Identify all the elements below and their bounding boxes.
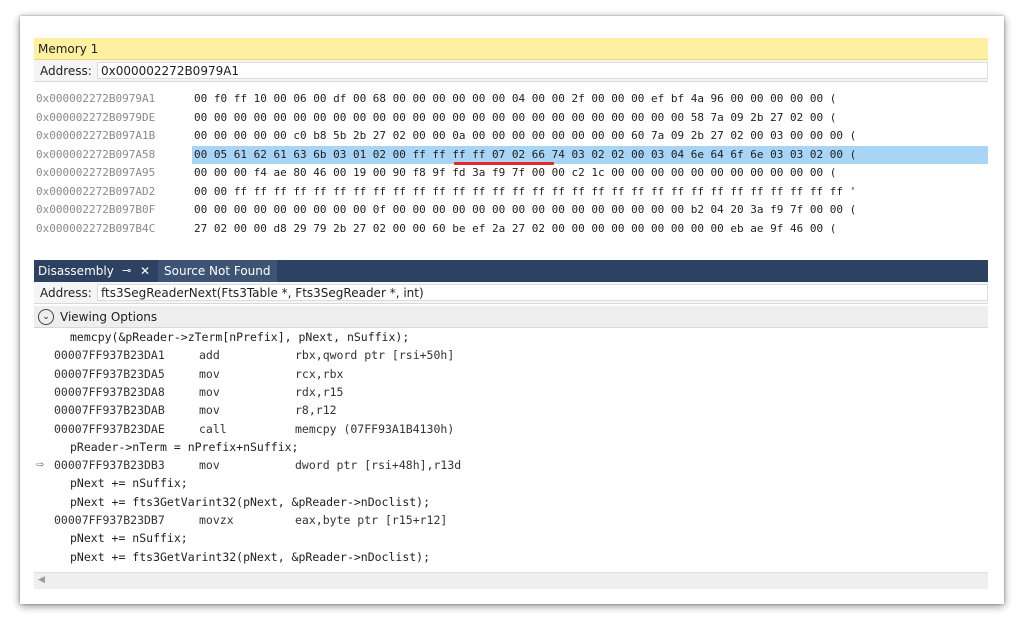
memory-row[interactable]: 0x000002272B097A58 00 05 61 62 61 63 6b 0…: [34, 145, 988, 165]
source-text: pNext += nSuffix;: [70, 531, 188, 546]
viewing-options-bar[interactable]: ⌄ Viewing Options: [34, 306, 988, 328]
instruction-mnemonic: mov: [199, 384, 220, 399]
asm-line[interactable]: 00007FF937B23DA8 mov rdx,r15: [34, 383, 988, 401]
memory-window-title[interactable]: Memory 1: [34, 38, 988, 60]
horizontal-scrollbar[interactable]: ◀: [34, 572, 988, 589]
memory-address-label: Address:: [40, 64, 92, 78]
source-text: pReader->nTerm = nPrefix+nSuffix;: [70, 439, 299, 454]
screenshot-frame: Memory 1 Address: 0x000002272B0979A1 0x0…: [20, 16, 1004, 604]
instruction-operands: memcpy (07FF93A1B4130h): [295, 421, 455, 436]
memory-row-bytes[interactable]: 00 00 00 00 00 00 00 00 00 0f 00 00 00 0…: [194, 201, 856, 219]
memory-row-address: 0x000002272B097AD2: [36, 184, 156, 198]
memory-row[interactable]: 0x000002272B097AD2 00 00 ff ff ff ff ff f…: [34, 183, 988, 201]
memory-address-bar: Address: 0x000002272B0979A1: [34, 60, 988, 82]
asm-line[interactable]: 00007FF937B23DAE call memcpy (07FF93A1B413…: [34, 420, 988, 438]
memory-row-bytes[interactable]: 00 f0 ff 10 00 06 00 df 00 68 00 00 00 0…: [194, 90, 836, 108]
memory-row[interactable]: 0x000002272B0979DE 00 00 00 00 00 00 00 0…: [34, 109, 988, 127]
instruction-mnemonic: add: [199, 348, 220, 363]
memory-row-bytes[interactable]: 00 00 00 f4 ae 80 46 00 19 00 90 f8 9f f…: [194, 164, 836, 182]
memory-row-address: 0x000002272B0979DE: [36, 110, 156, 124]
memory-row-bytes[interactable]: 00 05 61 62 61 63 6b 03 01 02 00 ff ff f…: [194, 146, 856, 164]
disassembly-address-input[interactable]: fts3SegReaderNext(Fts3Table *, Fts3SegRe…: [97, 284, 988, 301]
memory-row-address: 0x000002272B097B0F: [36, 203, 156, 216]
instruction-address: 00007FF937B23DA5: [54, 366, 165, 381]
source-line[interactable]: pNext += fts3GetVarint32(pNext, &pReader…: [34, 548, 988, 566]
disassembly-address-label: Address:: [40, 286, 92, 300]
instruction-operands: rbx,qword ptr [rsi+50h]: [295, 348, 455, 363]
disassembly-code-view[interactable]: memcpy(&pReader->zTerm[nPrefix], pNext, …: [34, 328, 988, 574]
instruction-mnemonic: mov: [199, 366, 220, 381]
instruction-mnemonic: mov: [199, 458, 220, 473]
instruction-operands: eax,byte ptr [r15+r12]: [295, 513, 448, 527]
instruction-mnemonic: call: [199, 421, 227, 436]
tab-source-not-found[interactable]: Source Not Found: [158, 260, 277, 282]
asm-line[interactable]: 00007FF937B23DA1 add rbx,qword ptr [rsi+50…: [34, 346, 988, 364]
source-text: memcpy(&pReader->zTerm[nPrefix], pNext, …: [70, 330, 410, 344]
memory-row-address: 0x000002272B0979A1: [36, 92, 156, 105]
memory-row[interactable]: 0x000002272B097B4C 27 02 00 00 d8 29 79 2…: [34, 220, 988, 238]
memory-row[interactable]: 0x000002272B097B0F 00 00 00 00 00 00 00 0…: [34, 201, 988, 219]
source-line[interactable]: pNext += fts3GetVarint32(pNext, &pReader…: [34, 493, 988, 511]
memory-row-bytes[interactable]: 00 00 00 00 00 00 00 00 00 00 00 00 00 0…: [194, 109, 836, 127]
memory-hex-view[interactable]: 0x000002272B0979A1 00 f0 ff 10 00 06 00 d…: [34, 90, 988, 260]
tab-disassembly[interactable]: Disassembly: [38, 260, 114, 282]
instruction-address: 00007FF937B23DA8: [54, 384, 165, 399]
memory-row-address: 0x000002272B097A95: [36, 166, 156, 179]
instruction-address: 00007FF937B23DB3: [54, 458, 165, 473]
instruction-operands: rdx,r15: [295, 384, 344, 399]
viewing-options-label[interactable]: Viewing Options: [60, 306, 157, 328]
source-line[interactable]: pNext += nSuffix;: [34, 474, 988, 492]
source-line[interactable]: pNext += nSuffix;: [34, 529, 988, 547]
source-text: pNext += fts3GetVarint32(pNext, &pReader…: [70, 549, 431, 564]
asm-line[interactable]: ⇨ 00007FF937B23DB3 mov dword ptr [rsi+48h],…: [34, 456, 988, 474]
memory-row-address: 0x000002272B097A58: [36, 147, 156, 161]
memory-row-bytes[interactable]: 00 00 00 00 00 c0 b8 5b 2b 27 02 00 00 0…: [194, 127, 856, 145]
source-text: pNext += fts3GetVarint32(pNext, &pReader…: [70, 494, 431, 509]
memory-row-bytes[interactable]: 00 00 ff ff ff ff ff ff ff ff ff ff ff f…: [194, 183, 856, 201]
memory-row-address: 0x000002272B097A1B: [36, 129, 156, 142]
memory-row-address: 0x000002272B097B4C: [36, 221, 156, 235]
disassembly-tab-strip: Disassembly ⊸ ✕ Source Not Found: [34, 260, 988, 282]
instruction-operands: rcx,rbx: [295, 366, 344, 381]
instruction-address: 00007FF937B23DA1: [54, 348, 165, 363]
memory-row[interactable]: 0x000002272B0979A1 00 f0 ff 10 00 06 00 d…: [34, 90, 988, 108]
instruction-address: 00007FF937B23DAB: [54, 403, 165, 418]
instruction-mnemonic: mov: [199, 403, 220, 418]
instruction-operands: r8,r12: [295, 403, 337, 418]
instruction-operands: dword ptr [rsi+48h],r13d: [295, 458, 462, 473]
source-line[interactable]: memcpy(&pReader->zTerm[nPrefix], pNext, …: [34, 328, 988, 346]
chevron-down-icon[interactable]: ⌄: [38, 309, 54, 325]
instruction-mnemonic: movzx: [199, 513, 234, 527]
pin-icon[interactable]: ⊸: [122, 260, 131, 282]
instruction-address: 00007FF937B23DAE: [54, 421, 165, 436]
instruction-address: 00007FF937B23DB7: [54, 513, 165, 527]
memory-row[interactable]: 0x000002272B097A95 00 00 00 f4 ae 80 46 0…: [34, 164, 988, 182]
asm-line[interactable]: 00007FF937B23DB7 movzx eax,byte ptr [r15+r…: [34, 511, 988, 529]
disassembly-address-bar: Address: fts3SegReaderNext(Fts3Table *, …: [34, 282, 988, 304]
memory-address-input[interactable]: 0x000002272B0979A1: [97, 62, 988, 79]
asm-line[interactable]: 00007FF937B23DAB mov r8,r12: [34, 401, 988, 419]
memory-row[interactable]: 0x000002272B097A1B 00 00 00 00 00 c0 b8 5…: [34, 127, 988, 145]
current-instruction-arrow-icon: ⇨: [36, 457, 44, 473]
asm-line[interactable]: 00007FF937B23DA5 mov rcx,rbx: [34, 365, 988, 383]
source-line[interactable]: pReader->nTerm = nPrefix+nSuffix;: [34, 438, 988, 456]
scroll-left-icon[interactable]: ◀: [38, 575, 45, 585]
memory-row-bytes[interactable]: 27 02 00 00 d8 29 79 2b 27 02 00 00 60 b…: [194, 220, 836, 238]
source-text: pNext += nSuffix;: [70, 476, 188, 491]
ide-window: Memory 1 Address: 0x000002272B0979A1 0x0…: [34, 38, 988, 590]
close-icon[interactable]: ✕: [140, 260, 150, 282]
